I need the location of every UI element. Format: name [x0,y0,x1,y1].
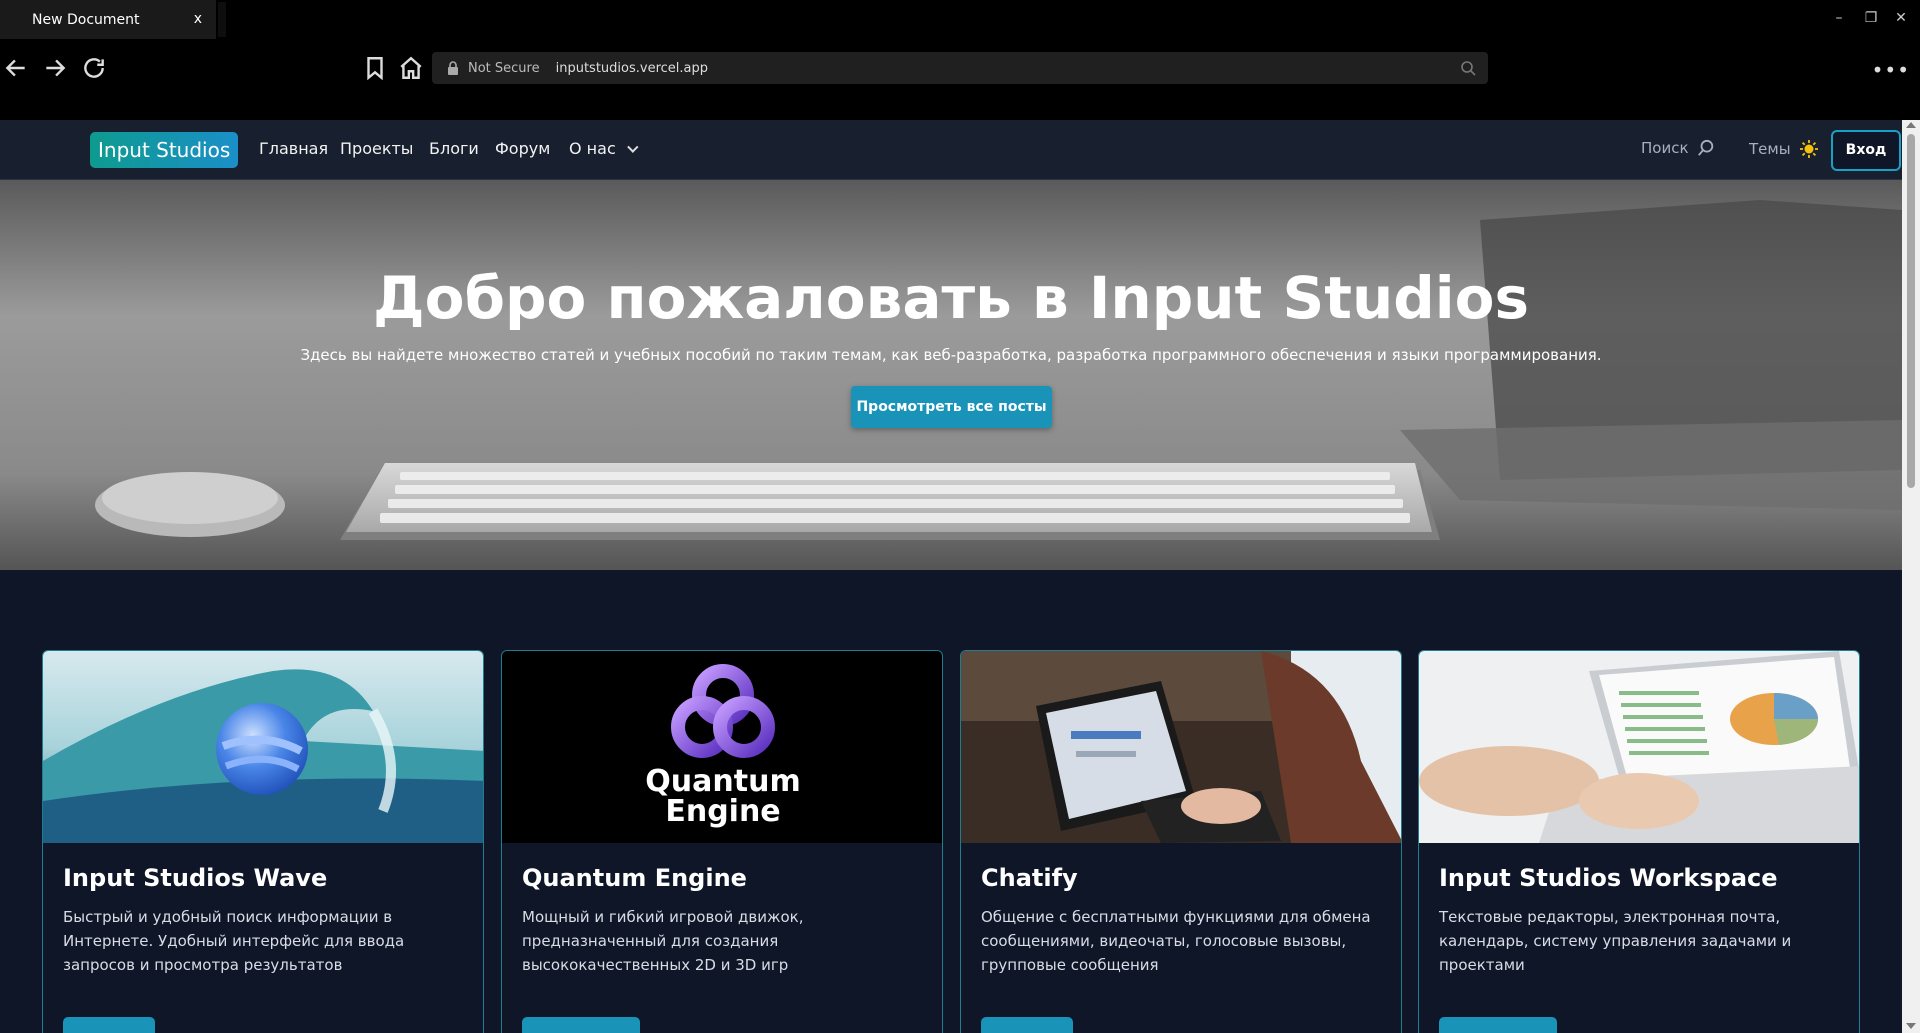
chevron-down-icon [626,141,639,153]
card-title: Input Studios Workspace [1439,864,1778,892]
nav-link-forum[interactable]: Форум [495,139,550,158]
card-title: Quantum Engine [522,864,747,892]
nav-about-label: О нас [569,139,616,158]
security-label: Not Secure [468,60,540,76]
nav-link-home[interactable]: Главная [259,139,328,158]
search-icon [1697,139,1713,156]
wave-image [43,651,483,843]
scroll-up-icon[interactable] [1906,122,1916,128]
hero-background-image [0,180,1902,570]
workspace-image [1419,651,1859,843]
theme-toggle[interactable]: Темы [1749,139,1819,159]
nav-link-blogs[interactable]: Блоги [429,139,479,158]
card-description: Текстовые редакторы, электронная почта, … [1439,908,1792,974]
card-image [43,651,483,843]
browser-tab[interactable]: New Document x [0,0,216,39]
card-image [1419,651,1859,843]
nav-search-button[interactable]: Поиск [1641,139,1715,157]
card-button[interactable] [981,1017,1073,1033]
scroll-down-icon[interactable] [1906,1023,1916,1029]
nav-search-label: Поиск [1641,139,1689,157]
browser-tab-bar: New Document x – ❐ ✕ [0,0,1920,41]
forward-icon[interactable] [42,55,68,81]
card-description: Мощный и гибкий игровой движок, предназн… [522,908,804,974]
card-image [961,651,1401,843]
more-menu-button[interactable]: ••• [1872,58,1910,82]
hero-title: Добро пожаловать в Input Studios [372,264,1530,332]
lock-icon [448,61,458,75]
new-tab-area[interactable] [218,2,226,37]
reload-icon[interactable] [81,55,107,81]
card-title: Chatify [981,864,1078,892]
hero-subtitle: Здесь вы найдете множество статей и учеб… [300,346,1602,364]
card-image: Quantum Engine [502,651,942,843]
site-navbar: Input Studios Главная Проекты Блоги Фору… [0,120,1902,180]
card-description: Общение с бесплатными функциями для обме… [981,908,1371,974]
minimize-button[interactable]: – [1829,8,1849,28]
address-bar[interactable]: Not Secure inputstudios.vercel.app [432,52,1488,84]
scrollbar-thumb[interactable] [1907,134,1915,488]
sun-icon [1799,140,1818,158]
bookmark-icon[interactable] [362,55,388,81]
home-icon[interactable] [398,55,424,81]
url-text[interactable]: inputstudios.vercel.app [556,61,708,76]
tab-title: New Document [32,11,140,28]
nav-link-about[interactable]: О нас [569,139,639,158]
restore-button[interactable]: ❐ [1861,8,1881,28]
nav-link-projects[interactable]: Проекты [340,139,413,158]
quantum-engine-logo: Quantum Engine [645,664,801,829]
tab-close-button[interactable]: x [194,11,202,27]
card-button[interactable] [1439,1017,1557,1033]
card-button[interactable] [63,1017,155,1033]
card-description: Быстрый и удобный поиск информации в Инт… [63,908,405,974]
logo-text-line2: Engine [665,794,780,829]
project-card-quantum[interactable]: Quantum Engine Quantum Engine Мощный и г… [501,650,943,1033]
view-all-posts-button[interactable]: Просмотреть все посты [851,386,1052,428]
project-card-chatify[interactable]: Chatify Общение с бесплатными функциями … [960,650,1402,1033]
project-card-workspace[interactable]: Input Studios Workspace Текстовые редакт… [1418,650,1860,1033]
search-icon[interactable] [1460,60,1476,76]
card-button[interactable] [522,1017,640,1033]
theme-label: Темы [1749,140,1791,158]
login-button[interactable]: Вход [1831,130,1901,171]
close-window-button[interactable]: ✕ [1891,8,1911,28]
back-icon[interactable] [3,55,29,81]
project-card-wave[interactable]: Input Studios Wave Быстрый и удобный пои… [42,650,484,1033]
chatify-image [961,651,1401,843]
card-title: Input Studios Wave [63,864,328,892]
page-scrollbar[interactable] [1902,120,1920,1033]
hero-banner: Добро пожаловать в Input Studios Здесь в… [0,180,1902,570]
brand-logo[interactable]: Input Studios [90,132,239,168]
page-viewport: Input Studios Главная Проекты Блоги Фору… [0,120,1920,1033]
